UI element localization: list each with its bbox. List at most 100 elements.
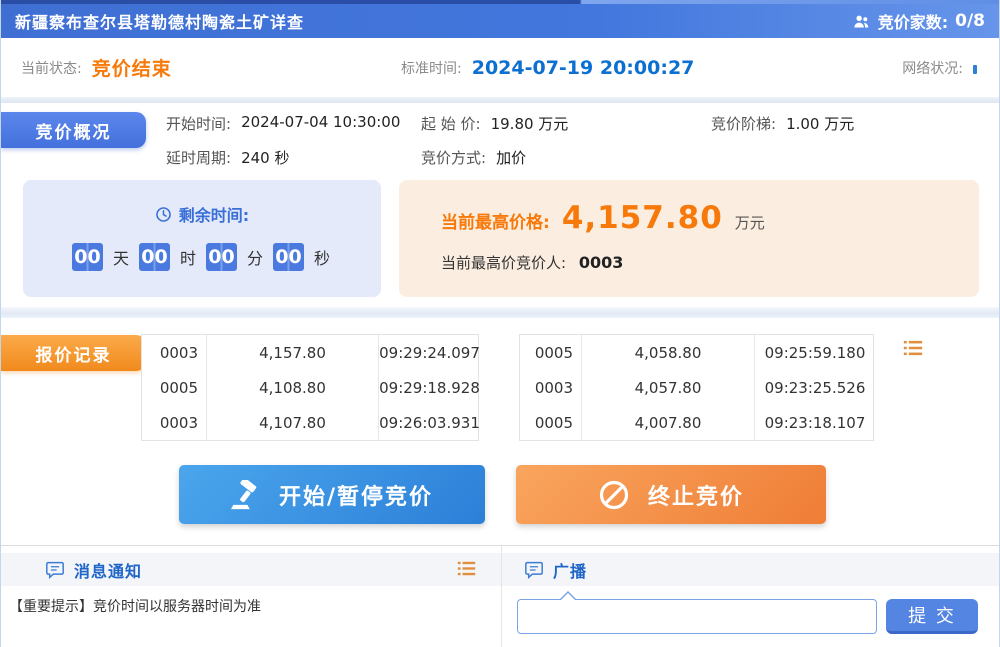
prohibition-icon <box>598 479 630 511</box>
stop-button[interactable]: 终止竞价 <box>516 465 826 524</box>
standard-time: 标准时间: 2024-07-19 20:00:27 <box>401 38 694 97</box>
messages-panel: 消息通知 【重要提示】竞价时间以服务器时间为准 <box>1 546 501 647</box>
seconds-value: 00 <box>273 243 304 271</box>
bidder-cell: 0003 <box>142 405 207 440</box>
highest-price-label: 当前最高价格: <box>441 208 550 233</box>
minutes-unit: 分 <box>247 245 263 269</box>
delay-label: 延时周期: <box>166 147 231 168</box>
records-tag: 报价记录 <box>1 335 146 371</box>
highest-bidder-label: 当前最高价竞价人: <box>441 254 566 272</box>
time-cell: 09:25:59.180 <box>755 335 875 370</box>
countdown-title-row: 剩余时间: <box>23 202 381 226</box>
status-value: 竞价结束 <box>92 54 172 81</box>
hours-value: 00 <box>139 243 170 271</box>
bubble-notch <box>560 591 576 599</box>
time-value: 2024-07-19 20:00:27 <box>472 57 695 79</box>
current-status: 当前状态: 竞价结束 <box>21 38 172 97</box>
bidder-count: 竞价家数: 0/8 <box>852 9 985 33</box>
step-value: 1.00 万元 <box>786 113 854 134</box>
broadcast-title: 广播 <box>553 558 587 582</box>
table-row: 0005 4,108.80 09:29:18.928 <box>142 370 480 405</box>
delay-value: 240 秒 <box>241 147 289 168</box>
highest-price-unit: 万元 <box>735 212 765 233</box>
price-cell: 4,007.80 <box>582 405 755 440</box>
method-value: 加价 <box>496 147 526 168</box>
bidder-count-value: 0/8 <box>955 11 985 31</box>
broadcast-header: 广播 <box>502 553 1000 586</box>
messages-title: 消息通知 <box>74 558 142 582</box>
table-row: 0005 4,007.80 09:23:18.107 <box>520 405 875 440</box>
records-table-left: 0003 4,157.80 09:29:24.097 0005 4,108.80… <box>141 334 479 441</box>
price-cell: 4,058.80 <box>582 335 755 370</box>
time-label: 标准时间: <box>401 58 462 78</box>
messages-header: 消息通知 <box>1 553 501 586</box>
chat-icon <box>524 561 544 579</box>
overview-tag: 竞价概况 <box>1 112 146 148</box>
days-value: 00 <box>72 243 103 271</box>
hours-unit: 时 <box>180 245 196 269</box>
price-cell: 4,057.80 <box>582 370 755 405</box>
separator <box>1 307 999 318</box>
price-cell: 4,157.80 <box>207 335 379 370</box>
delay-field: 延时周期: 240 秒 <box>166 147 289 168</box>
time-cell: 09:23:18.107 <box>755 405 875 440</box>
messages-list-icon[interactable] <box>455 560 477 580</box>
page-title: 新疆察布查尔县塔勒德村陶瓷土矿详查 <box>15 9 304 33</box>
broadcast-input-row: 提 交 <box>502 599 1000 634</box>
highest-bidder-row: 当前最高价竞价人: 0003 <box>441 252 979 273</box>
step-field: 竞价阶梯: 1.00 万元 <box>711 113 854 134</box>
price-cell: 4,107.80 <box>207 405 379 440</box>
network-status: 网络状况: <box>902 38 977 97</box>
auction-page: 新疆察布查尔县塔勒德村陶瓷土矿详查 竞价家数: 0/8 当前状态: 竞价结束 标… <box>0 0 1000 647</box>
start-price-field: 起 始 价: 19.80 万元 <box>421 113 568 134</box>
countdown-timer: 00 天 00 时 00 分 00 秒 <box>23 243 381 271</box>
bidder-cell: 0005 <box>520 405 582 440</box>
time-cell: 09:29:18.928 <box>379 370 480 405</box>
table-row: 0003 4,107.80 09:26:03.931 <box>142 405 480 440</box>
start-pause-button[interactable]: 开始/暂停竞价 <box>179 465 485 524</box>
highest-price-row: 当前最高价格: 4,157.80 万元 <box>441 200 979 236</box>
status-label: 当前状态: <box>21 58 82 78</box>
submit-button[interactable]: 提 交 <box>886 599 978 634</box>
bidder-cell: 0003 <box>142 335 207 370</box>
bidder-cell: 0005 <box>142 370 207 405</box>
method-field: 竞价方式: 加价 <box>421 147 526 168</box>
time-cell: 09:29:24.097 <box>379 335 480 370</box>
bidder-cell: 0003 <box>520 370 582 405</box>
start-price-value: 19.80 万元 <box>491 113 569 134</box>
start-price-label: 起 始 价: <box>421 113 481 134</box>
chat-icon <box>45 561 65 579</box>
highest-price-value: 4,157.80 <box>562 200 723 236</box>
stop-label: 终止竞价 <box>648 479 744 511</box>
seconds-unit: 秒 <box>314 245 330 269</box>
separator <box>1 97 999 103</box>
step-label: 竞价阶梯: <box>711 113 776 134</box>
bidder-count-label: 竞价家数: <box>878 9 948 33</box>
time-cell: 09:23:25.526 <box>755 370 875 405</box>
table-row: 0005 4,058.80 09:25:59.180 <box>520 335 875 370</box>
users-icon <box>852 12 871 31</box>
notice-message: 【重要提示】竞价时间以服务器时间为准 <box>9 596 501 616</box>
bidder-cell: 0005 <box>520 335 582 370</box>
gavel-icon <box>231 480 261 510</box>
broadcast-input[interactable] <box>517 599 877 634</box>
network-label: 网络状况: <box>902 58 963 78</box>
minutes-value: 00 <box>206 243 237 271</box>
broadcast-panel: 广播 提 交 <box>501 546 1000 647</box>
table-row: 0003 4,157.80 09:29:24.097 <box>142 335 480 370</box>
status-bar: 当前状态: 竞价结束 标准时间: 2024-07-19 20:00:27 网络状… <box>1 38 999 97</box>
clock-icon <box>155 206 172 223</box>
records-list-icon[interactable] <box>902 339 924 359</box>
signal-icon <box>973 65 977 74</box>
days-unit: 天 <box>113 245 129 269</box>
start-time-value: 2024-07-04 10:30:00 <box>241 113 400 134</box>
highest-bidder-value: 0003 <box>579 253 624 272</box>
countdown-panel: 剩余时间: 00 天 00 时 00 分 00 秒 <box>23 180 381 297</box>
start-pause-label: 开始/暂停竞价 <box>279 479 433 511</box>
title-bar: 新疆察布查尔县塔勒德村陶瓷土矿详查 竞价家数: 0/8 <box>1 4 999 38</box>
records-table-right: 0005 4,058.80 09:25:59.180 0003 4,057.80… <box>519 334 874 441</box>
highest-price-panel: 当前最高价格: 4,157.80 万元 当前最高价竞价人: 0003 <box>399 180 979 297</box>
method-label: 竞价方式: <box>421 147 486 168</box>
countdown-title: 剩余时间: <box>179 202 249 226</box>
time-cell: 09:26:03.931 <box>379 405 480 440</box>
